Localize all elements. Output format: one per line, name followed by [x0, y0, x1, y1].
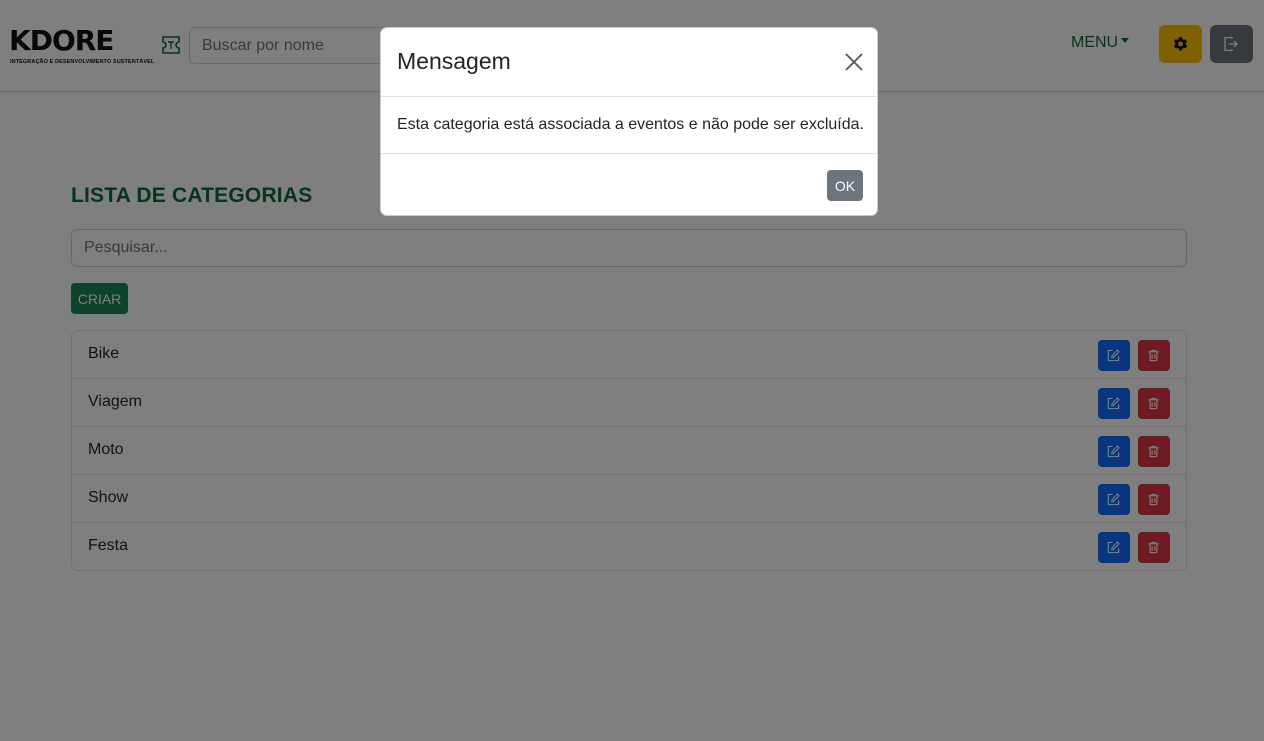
modal-title: Mensagem [397, 48, 511, 74]
modal-header: Mensagem [381, 28, 877, 97]
ok-button[interactable]: OK [827, 170, 863, 201]
modal-message: Esta categoria está associada a eventos … [397, 116, 864, 133]
close-button[interactable] [844, 52, 864, 72]
close-icon [845, 53, 863, 71]
modal-body: Esta categoria está associada a eventos … [381, 97, 877, 154]
message-modal: Mensagem Esta categoria está associada a… [380, 27, 878, 216]
